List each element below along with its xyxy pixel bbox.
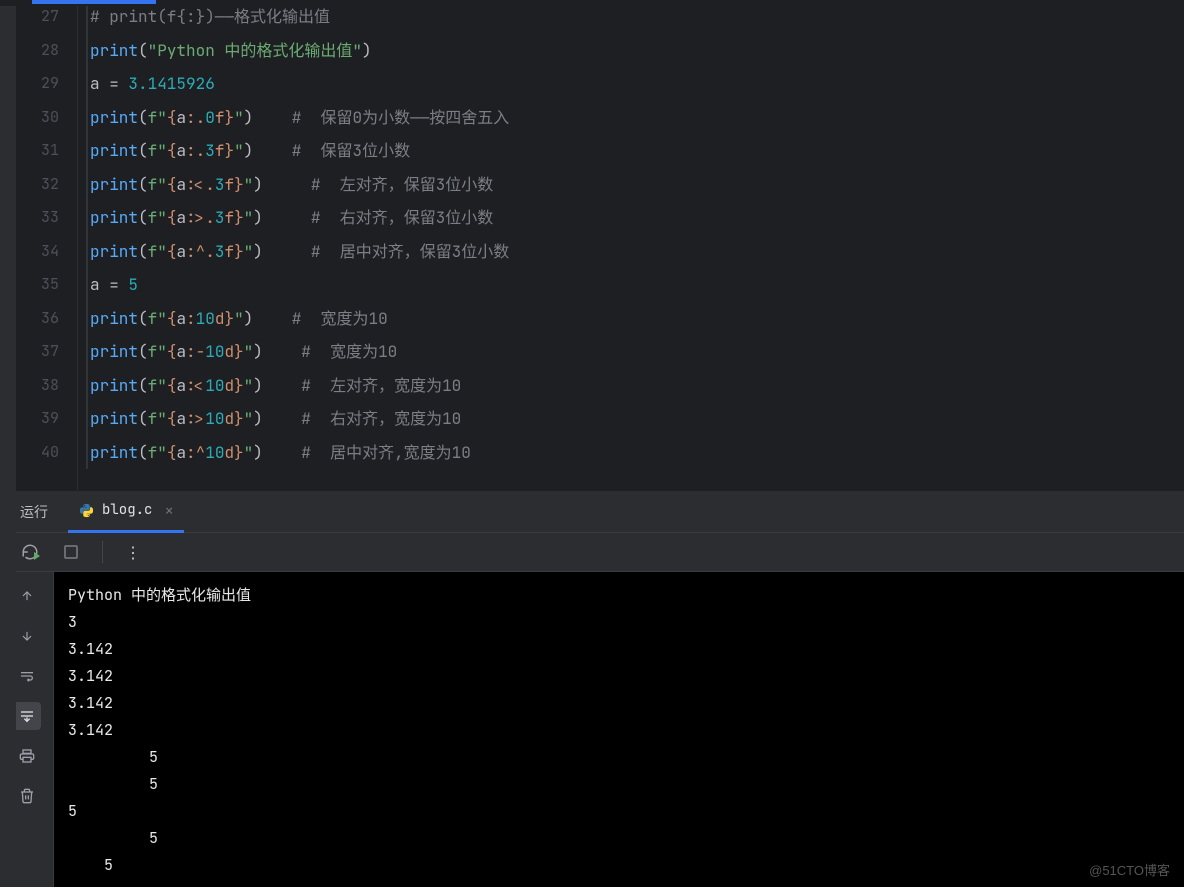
toolbar-separator — [102, 541, 103, 563]
code-line[interactable]: print(f"{a:^10d}") # 居中对齐,宽度为10 — [86, 436, 1184, 470]
run-toolbar: ⋮ — [0, 532, 1184, 572]
code-line[interactable]: print(f"{a:<10d}") # 左对齐，宽度为10 — [86, 369, 1184, 403]
stop-icon[interactable] — [60, 541, 82, 563]
down-arrow-icon[interactable] — [13, 622, 41, 650]
active-tab-indicator — [32, 0, 156, 4]
run-tool-window-header: 运行 blog.c × — [0, 490, 1184, 532]
code-editor[interactable]: 2728293031323334353637383940 # print(f{:… — [0, 0, 1184, 490]
code-content[interactable]: # print(f{:})——格式化输出值print("Python 中的格式化… — [78, 0, 1184, 490]
code-line[interactable]: print("Python 中的格式化输出值") — [86, 34, 1184, 68]
print-icon[interactable] — [13, 742, 41, 770]
python-file-icon — [78, 502, 94, 518]
code-line[interactable]: a = 3.1415926 — [86, 67, 1184, 101]
code-line[interactable]: a = 5 — [86, 268, 1184, 302]
trash-icon[interactable] — [13, 782, 41, 810]
code-line[interactable]: print(f"{a:>.3f}") # 右对齐，保留3位小数 — [86, 201, 1184, 235]
code-line[interactable]: print(f"{a:.3f}") # 保留3位小数 — [86, 134, 1184, 168]
run-tab-label: blog.c — [102, 501, 152, 519]
code-line[interactable]: print(f"{a:-10d}") # 宽度为10 — [86, 335, 1184, 369]
more-actions-icon[interactable]: ⋮ — [123, 541, 145, 563]
run-tab-blog[interactable]: blog.c × — [68, 491, 184, 533]
code-line[interactable]: print(f"{a:>10d}") # 右对齐，宽度为10 — [86, 402, 1184, 436]
console-output[interactable]: Python 中的格式化输出值 3 3.142 3.142 3.142 3.14… — [54, 572, 1184, 887]
code-line[interactable]: print(f"{a:^.3f}") # 居中对齐，保留3位小数 — [86, 235, 1184, 269]
rerun-icon[interactable] — [20, 541, 42, 563]
editor-tab-strip — [0, 0, 1184, 6]
code-line[interactable]: print(f"{a:.0f}") # 保留0为小数——按四舍五入 — [86, 101, 1184, 135]
watermark: @51CTO博客 — [1089, 860, 1170, 879]
up-arrow-icon[interactable] — [13, 582, 41, 610]
soft-wrap-icon[interactable] — [13, 662, 41, 690]
run-output-area: Python 中的格式化输出值 3 3.142 3.142 3.142 3.14… — [0, 572, 1184, 887]
run-label: 运行 — [20, 502, 48, 522]
code-line[interactable]: print(f"{a:10d}") # 宽度为10 — [86, 302, 1184, 336]
code-line[interactable]: print(f"{a:<.3f}") # 左对齐，保留3位小数 — [86, 168, 1184, 202]
left-tool-strip — [0, 0, 16, 887]
scroll-to-end-icon[interactable] — [13, 702, 41, 730]
close-tab-icon[interactable]: × — [164, 500, 174, 521]
